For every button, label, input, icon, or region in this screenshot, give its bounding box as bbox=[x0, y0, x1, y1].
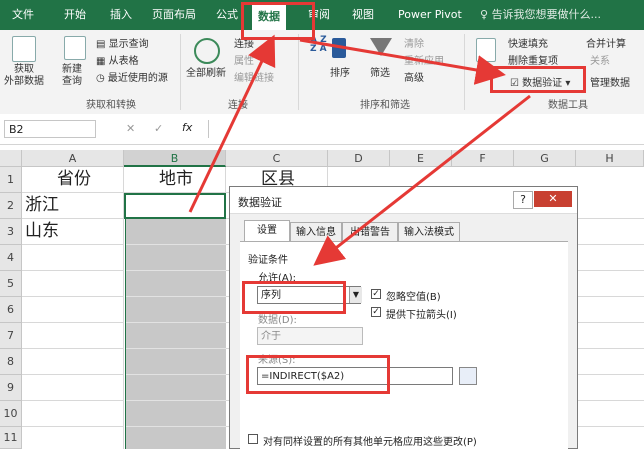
arrow-validation-to-allow bbox=[313, 94, 531, 266]
annotation-arrows bbox=[188, 34, 531, 266]
arrow-cell-to-tab bbox=[188, 34, 276, 213]
arrow-tab-to-validation bbox=[299, 38, 506, 85]
